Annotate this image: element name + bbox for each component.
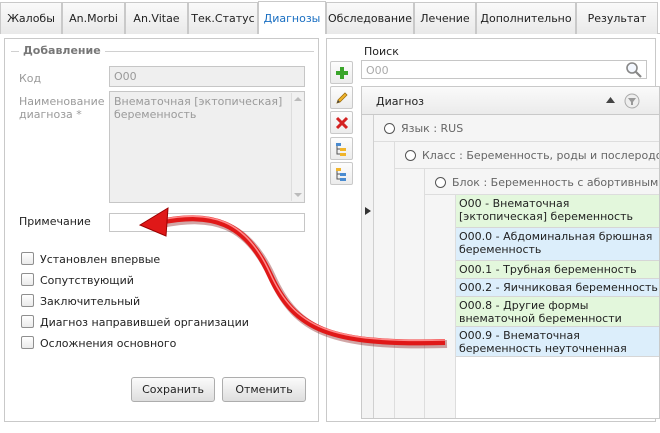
group-block-label: Блок : Беременность с абортивным ис — [452, 176, 659, 189]
group-language-label: Язык : RUS — [401, 122, 464, 135]
tab-an-morbi[interactable]: An.Morbi — [62, 2, 125, 34]
group-indent-1 — [374, 142, 395, 418]
checkbox-concomitant[interactable] — [21, 273, 34, 286]
expand-tree-icon — [335, 142, 346, 156]
checkbox-first-time-label: Установлен впервые — [40, 253, 161, 266]
tab-examination[interactable]: Обследование — [326, 2, 414, 34]
tab-status[interactable]: Тек.Статус — [188, 2, 258, 34]
add-icon — [335, 66, 348, 79]
add-button[interactable] — [330, 61, 353, 84]
search-label: Поиск — [364, 45, 399, 58]
name-value: Внематочная [эктопическая] беременность — [114, 95, 283, 121]
tab-an-vitae[interactable]: An.Vitae — [125, 2, 188, 34]
checkbox-referring-org-label: Диагноз направившей организации — [40, 316, 249, 329]
group-row-block[interactable]: Блок : Беременность с абортивным ис — [425, 169, 659, 195]
name-field[interactable]: Внематочная [эктопическая] беременность — [109, 91, 305, 203]
edit-button[interactable] — [330, 86, 353, 109]
grid-row[interactable]: O00 - Внематочная [эктопическая] беремен… — [456, 195, 659, 228]
group-title: Добавление — [19, 44, 105, 57]
grid-row[interactable]: O00.9 - Внематочная беременность неуточн… — [456, 327, 659, 357]
grid-row-indicator — [362, 115, 374, 418]
grid-row[interactable]: O00.1 - Трубная беременность — [456, 261, 659, 279]
add-diagnosis-panel: Добавление Код O00 Наименование диагноза… — [4, 38, 319, 422]
checkbox-concomitant-label: Сопутствующий — [40, 274, 134, 287]
group-expand-icon[interactable] — [405, 150, 416, 161]
checkbox-complication[interactable] — [21, 336, 34, 349]
tab-treatment[interactable]: Лечение — [414, 2, 476, 34]
group-expand-icon[interactable] — [435, 177, 446, 188]
collapse-tree-button[interactable] — [330, 162, 353, 185]
save-button[interactable]: Сохранить — [131, 377, 215, 402]
group-row-class[interactable]: Класс : Беременность, роды и послеродов — [395, 142, 659, 169]
diagnosis-grid: Диагноз Язык : RUS Класс : Беременность,… — [361, 86, 660, 419]
delete-button[interactable] — [330, 111, 353, 134]
group-class-label: Класс : Беременность, роды и послеродов — [422, 149, 659, 162]
tab-complaints[interactable]: Жалобы — [0, 2, 62, 34]
sort-ascending-icon[interactable] — [606, 97, 615, 104]
note-field[interactable] — [109, 213, 305, 232]
grid-header: Диагноз — [362, 87, 659, 115]
note-label: Примечание — [19, 215, 91, 228]
checkbox-first-time[interactable] — [21, 252, 34, 265]
group-expand-icon[interactable] — [384, 123, 395, 134]
tab-additional[interactable]: Дополнительно — [476, 2, 576, 34]
collapse-tree-icon — [335, 167, 346, 181]
tab-result[interactable]: Результат — [576, 2, 658, 34]
group-indent-3 — [425, 195, 456, 418]
name-scrollbar[interactable] — [291, 93, 303, 201]
current-row-icon — [365, 207, 371, 215]
delete-icon — [335, 116, 348, 129]
checkbox-final-label: Заключительный — [40, 295, 141, 308]
tab-diagnoses[interactable]: Диагнозы — [258, 1, 326, 34]
code-field[interactable]: O00 — [109, 66, 305, 87]
cancel-button[interactable]: Отменить — [222, 377, 306, 402]
search-icon[interactable] — [625, 61, 643, 79]
search-input[interactable]: O00 — [361, 60, 647, 79]
checkbox-final[interactable] — [21, 294, 34, 307]
checkbox-complication-label: Осложнения основного — [40, 337, 177, 350]
expand-tree-button[interactable] — [330, 137, 353, 160]
code-label: Код — [19, 72, 42, 85]
grid-row[interactable]: O00.0 - Абдоминальная брюшная беременнос… — [456, 228, 659, 261]
grid-row[interactable]: O00.8 - Другие формы внематочной беремен… — [456, 297, 659, 327]
name-label: Наименование диагноза * — [19, 95, 105, 121]
group-row-language[interactable]: Язык : RUS — [374, 115, 659, 142]
grid-row[interactable]: O00.2 - Яичниковая беременность — [456, 279, 659, 297]
tab-bar: Жалобы An.Morbi An.Vitae Тек.Статус Диаг… — [0, 0, 660, 34]
edit-icon — [335, 91, 348, 104]
checkbox-referring-org[interactable] — [21, 315, 34, 328]
column-diagnosis[interactable]: Диагноз — [376, 95, 424, 108]
filter-icon[interactable] — [624, 93, 640, 109]
group-indent-2 — [395, 169, 425, 418]
